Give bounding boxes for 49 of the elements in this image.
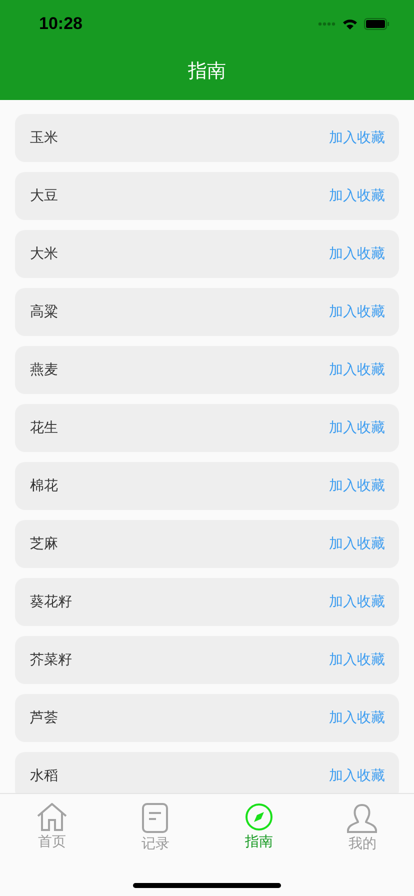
crop-card[interactable]: 葵花籽 加入收藏 bbox=[15, 578, 399, 626]
crop-card[interactable]: 大米 加入收藏 bbox=[15, 230, 399, 278]
crop-card[interactable]: 芝麻 加入收藏 bbox=[15, 520, 399, 568]
favorite-link[interactable]: 加入收藏 bbox=[329, 593, 385, 611]
crop-card[interactable]: 芦荟 加入收藏 bbox=[15, 694, 399, 742]
crop-card[interactable]: 玉米 加入收藏 bbox=[15, 114, 399, 162]
crop-card[interactable]: 芥菜籽 加入收藏 bbox=[15, 636, 399, 684]
crop-card[interactable]: 花生 加入收藏 bbox=[15, 404, 399, 452]
favorite-link[interactable]: 加入收藏 bbox=[329, 361, 385, 379]
favorite-link[interactable]: 加入收藏 bbox=[329, 245, 385, 263]
tab-item[interactable]: 首页 bbox=[0, 794, 104, 858]
crop-card[interactable]: 大豆 加入收藏 bbox=[15, 172, 399, 220]
favorite-link[interactable]: 加入收藏 bbox=[329, 129, 385, 147]
document-icon bbox=[141, 803, 170, 833]
crop-card[interactable]: 高粱 加入收藏 bbox=[15, 288, 399, 336]
favorite-link[interactable]: 加入收藏 bbox=[329, 709, 385, 727]
crop-card[interactable]: 棉花 加入收藏 bbox=[15, 462, 399, 510]
crop-name: 芝麻 bbox=[30, 535, 58, 553]
tab-item[interactable]: 记录 bbox=[104, 794, 207, 858]
crop-name: 葵花籽 bbox=[30, 593, 72, 611]
crop-name: 高粱 bbox=[30, 303, 58, 321]
tab-item[interactable]: 我的 bbox=[310, 794, 414, 858]
favorite-link[interactable]: 加入收藏 bbox=[329, 535, 385, 553]
crop-name: 燕麦 bbox=[30, 361, 58, 379]
signal-icon bbox=[318, 22, 336, 26]
status-time: 10:28 bbox=[39, 14, 82, 34]
crop-name: 花生 bbox=[30, 419, 58, 437]
battery-icon bbox=[364, 18, 390, 30]
crop-name: 棉花 bbox=[30, 477, 58, 495]
person-icon bbox=[346, 803, 378, 833]
favorite-link[interactable]: 加入收藏 bbox=[329, 303, 385, 321]
compass-icon bbox=[244, 803, 273, 831]
crop-name: 玉米 bbox=[30, 129, 58, 147]
favorite-link[interactable]: 加入收藏 bbox=[329, 651, 385, 669]
crop-card[interactable]: 燕麦 加入收藏 bbox=[15, 346, 399, 394]
page-title: 指南 bbox=[188, 58, 226, 84]
crop-card[interactable]: 水稻 加入收藏 bbox=[15, 752, 399, 793]
crop-name: 大豆 bbox=[30, 187, 58, 205]
crop-name: 大米 bbox=[30, 245, 58, 263]
favorite-link[interactable]: 加入收藏 bbox=[329, 767, 385, 785]
favorite-link[interactable]: 加入收藏 bbox=[329, 419, 385, 437]
crop-name: 芦荟 bbox=[30, 709, 58, 727]
crop-name: 芥菜籽 bbox=[30, 651, 72, 669]
home-icon bbox=[36, 803, 68, 831]
tab-item[interactable]: 指南 bbox=[207, 794, 310, 858]
wifi-icon bbox=[342, 18, 358, 30]
favorite-link[interactable]: 加入收藏 bbox=[329, 187, 385, 205]
favorite-link[interactable]: 加入收藏 bbox=[329, 477, 385, 495]
crop-name: 水稻 bbox=[30, 767, 58, 785]
